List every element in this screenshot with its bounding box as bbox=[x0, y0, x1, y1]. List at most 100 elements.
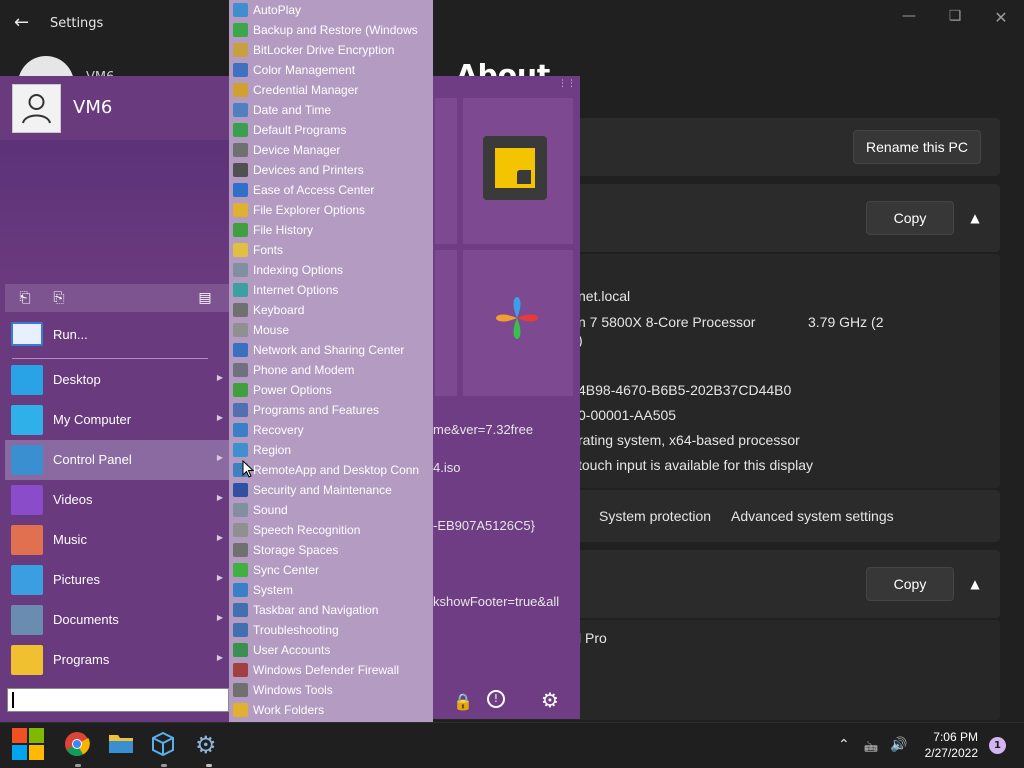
control-panel-item[interactable]: User Accounts bbox=[229, 640, 433, 660]
power-icon[interactable]: ! bbox=[487, 690, 505, 708]
control-panel-item[interactable]: AutoPlay bbox=[229, 0, 433, 20]
control-panel-item[interactable]: Credential Manager bbox=[229, 80, 433, 100]
running-indicator bbox=[75, 764, 81, 767]
control-panel-item[interactable]: Devices and Printers bbox=[229, 160, 433, 180]
explorer-taskbar-button[interactable] bbox=[108, 731, 136, 759]
list-view-icon[interactable]: ▤ bbox=[195, 288, 215, 308]
control-panel-item-icon bbox=[233, 503, 248, 517]
control-panel-item-icon bbox=[233, 683, 248, 697]
control-panel-item-icon bbox=[233, 203, 248, 217]
start-item-my-computer[interactable]: My Computer ▶ bbox=[5, 400, 229, 440]
pictures-icon bbox=[11, 565, 43, 595]
app-taskbar-button[interactable] bbox=[150, 731, 178, 767]
control-panel-item-label: BitLocker Drive Encryption bbox=[253, 43, 395, 57]
separator bbox=[12, 358, 208, 359]
control-panel-item[interactable]: Recovery bbox=[229, 420, 433, 440]
start-item-pictures[interactable]: Pictures ▶ bbox=[5, 560, 229, 600]
control-panel-item[interactable]: Work Folders bbox=[229, 700, 433, 720]
unpin-icon[interactable]: ⎘ bbox=[49, 288, 69, 308]
control-panel-item[interactable]: RemoteApp and Desktop Conn bbox=[229, 460, 433, 480]
start-item-videos[interactable]: Videos ▶ bbox=[5, 480, 229, 520]
control-panel-item[interactable]: File History bbox=[229, 220, 433, 240]
control-panel-item[interactable]: Internet Options bbox=[229, 280, 433, 300]
taskbar: ⚙ ⌃ 🖮 🔊 7:06 PM 2/27/2022 1 bbox=[0, 722, 1024, 768]
user-avatar[interactable] bbox=[12, 84, 61, 133]
settings-gear-icon[interactable]: ⚙ bbox=[541, 688, 559, 712]
control-panel-item[interactable]: Power Options bbox=[229, 380, 433, 400]
tile[interactable] bbox=[435, 98, 457, 244]
control-panel-item[interactable]: Speech Recognition bbox=[229, 520, 433, 540]
edition-value: l Pro bbox=[578, 630, 607, 646]
cube-icon bbox=[152, 731, 174, 757]
control-panel-item[interactable]: BitLocker Drive Encryption bbox=[229, 40, 433, 60]
control-panel-item-label: System bbox=[253, 583, 294, 597]
control-panel-item[interactable]: Fonts bbox=[229, 240, 433, 260]
notification-badge[interactable]: 1 bbox=[989, 737, 1006, 754]
maximize-icon[interactable]: ❑ bbox=[940, 8, 970, 24]
gear-icon: ⚙ bbox=[195, 731, 217, 759]
volume-icon[interactable]: 🔊 bbox=[890, 737, 907, 753]
control-panel-item[interactable]: Security and Maintenance bbox=[229, 480, 433, 500]
close-icon[interactable]: ✕ bbox=[986, 8, 1016, 27]
chevron-up-icon[interactable]: ▲ bbox=[965, 574, 985, 594]
control-panel-item[interactable]: Color Management bbox=[229, 60, 433, 80]
tile[interactable] bbox=[435, 250, 457, 396]
start-item-label: Programs bbox=[53, 652, 110, 667]
app-tile[interactable] bbox=[463, 250, 573, 396]
start-item-music[interactable]: Music ▶ bbox=[5, 520, 229, 560]
chevron-up-icon[interactable]: ▲ bbox=[965, 208, 985, 228]
start-item-desktop[interactable]: Desktop ▶ bbox=[5, 360, 229, 400]
control-panel-item[interactable]: Storage Spaces bbox=[229, 540, 433, 560]
start-item-documents[interactable]: Documents ▶ bbox=[5, 600, 229, 640]
control-panel-item[interactable]: Sound bbox=[229, 500, 433, 520]
control-panel-item[interactable]: Default Programs bbox=[229, 120, 433, 140]
back-arrow-icon[interactable]: ← bbox=[14, 12, 29, 33]
start-button[interactable] bbox=[12, 728, 44, 760]
user-header[interactable]: VM6 bbox=[0, 76, 229, 140]
lock-icon[interactable]: 🔒 bbox=[453, 692, 473, 711]
control-panel-item[interactable]: Troubleshooting bbox=[229, 620, 433, 640]
copy-windows-specs-button[interactable]: Copy bbox=[866, 567, 954, 601]
start-item-programs[interactable]: Programs ▶ bbox=[5, 640, 229, 680]
control-panel-item[interactable]: Date and Time bbox=[229, 100, 433, 120]
advanced-system-settings-link[interactable]: Advanced system settings bbox=[731, 508, 894, 524]
recent-area bbox=[0, 140, 229, 280]
pin-icon[interactable]: ⎗ bbox=[15, 288, 35, 308]
control-panel-item[interactable]: Phone and Modem bbox=[229, 360, 433, 380]
control-panel-item[interactable]: Ease of Access Center bbox=[229, 180, 433, 200]
control-panel-item[interactable]: Region bbox=[229, 440, 433, 460]
control-panel-item[interactable]: Programs and Features bbox=[229, 400, 433, 420]
control-panel-item[interactable]: File Explorer Options bbox=[229, 200, 433, 220]
settings-taskbar-button[interactable]: ⚙ bbox=[195, 731, 223, 767]
sticky-notes-tile[interactable] bbox=[463, 98, 573, 244]
run-item[interactable]: Run... bbox=[5, 320, 229, 350]
system-protection-link[interactable]: System protection bbox=[599, 508, 711, 524]
control-panel-item[interactable]: Network and Sharing Center bbox=[229, 340, 433, 360]
chrome-taskbar-button[interactable] bbox=[64, 731, 92, 767]
control-panel-item[interactable]: Keyboard bbox=[229, 300, 433, 320]
settings-titlebar: ← Settings — ❑ ✕ bbox=[0, 0, 1024, 48]
rename-pc-button[interactable]: Rename this PC bbox=[853, 130, 981, 164]
control-panel-item[interactable]: Indexing Options bbox=[229, 260, 433, 280]
grip-icon[interactable]: ⋮⋮ bbox=[558, 79, 576, 89]
control-panel-item[interactable]: Sync Center bbox=[229, 560, 433, 580]
control-panel-item[interactable]: Backup and Restore (Windows bbox=[229, 20, 433, 40]
start-search-input[interactable] bbox=[7, 688, 229, 712]
control-panel-item-icon bbox=[233, 103, 248, 117]
control-panel-item-label: AutoPlay bbox=[253, 3, 302, 17]
network-icon[interactable]: 🖮 bbox=[864, 737, 878, 761]
copy-device-specs-button[interactable]: Copy bbox=[866, 201, 954, 235]
tile-text: kshowFooter=true&all bbox=[433, 594, 560, 609]
control-panel-item[interactable]: System bbox=[229, 580, 433, 600]
documents-icon bbox=[11, 605, 43, 635]
control-panel-item[interactable]: Windows Defender Firewall bbox=[229, 660, 433, 680]
start-item-control-panel[interactable]: Control Panel ▶ bbox=[5, 440, 229, 480]
control-panel-item-icon bbox=[233, 83, 248, 97]
control-panel-item[interactable]: Taskbar and Navigation bbox=[229, 600, 433, 620]
clock[interactable]: 7:06 PM 2/27/2022 bbox=[925, 729, 978, 761]
chevron-up-icon[interactable]: ⌃ bbox=[838, 737, 850, 753]
minimize-icon[interactable]: — bbox=[894, 8, 924, 24]
control-panel-item[interactable]: Device Manager bbox=[229, 140, 433, 160]
control-panel-item[interactable]: Mouse bbox=[229, 320, 433, 340]
control-panel-item[interactable]: Windows Tools bbox=[229, 680, 433, 700]
